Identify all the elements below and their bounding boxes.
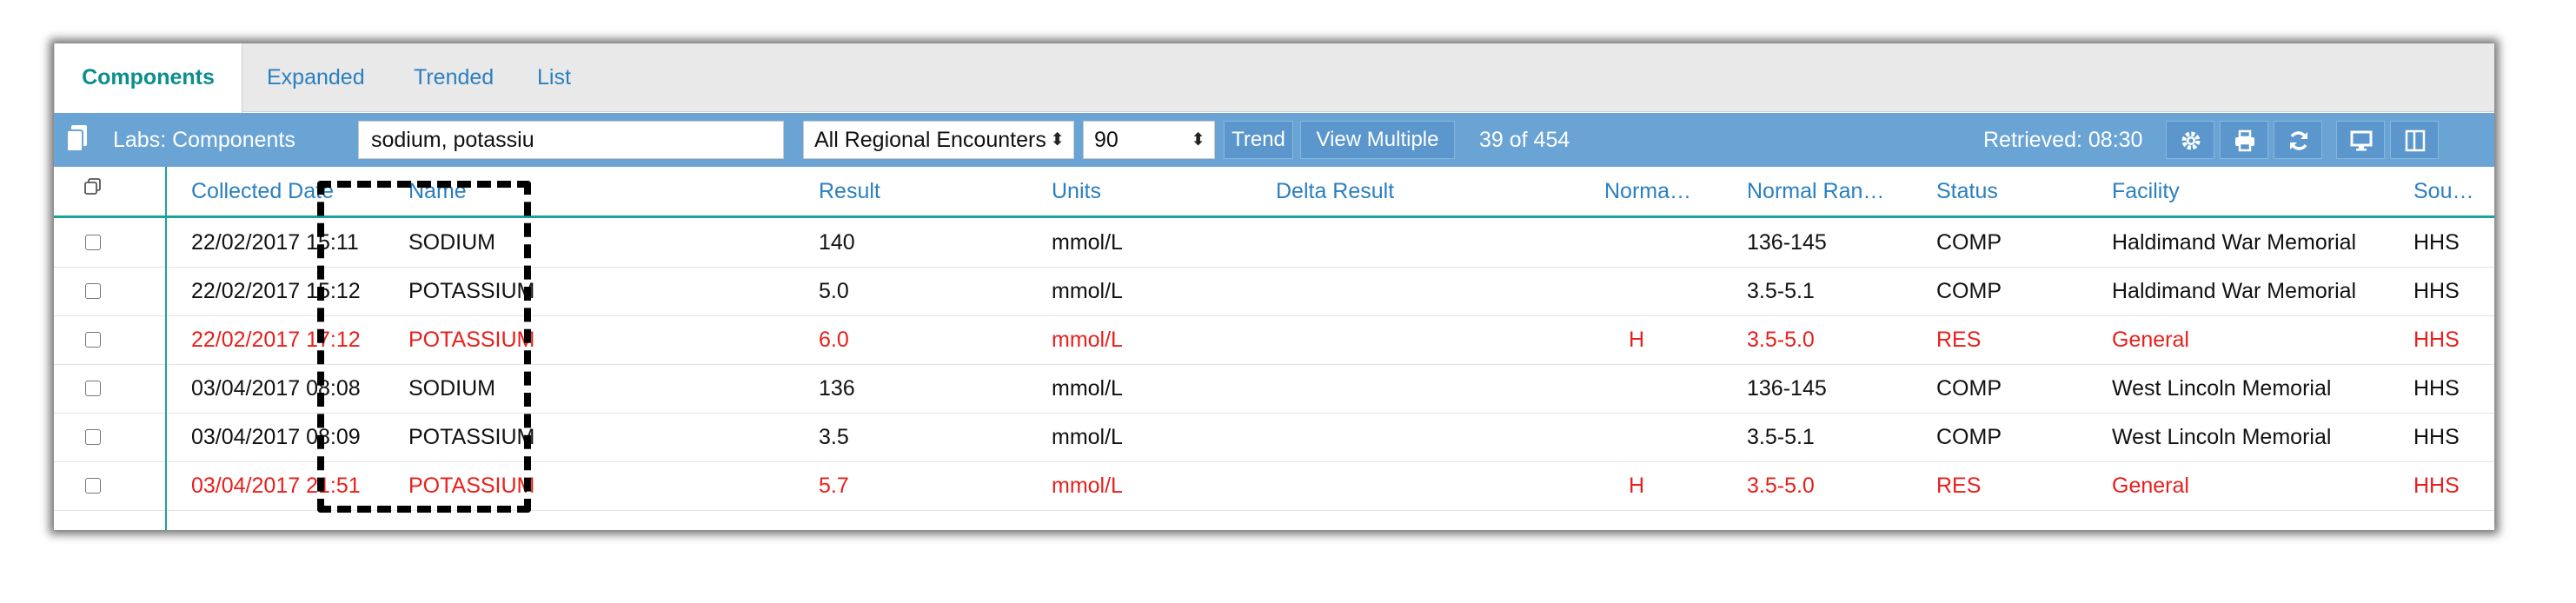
column-header-status[interactable]: Status <box>1936 167 1998 215</box>
print-button[interactable] <box>2220 121 2268 159</box>
row-checkbox[interactable] <box>85 478 101 494</box>
facility-cell: Haldimand War Memorial <box>2112 279 2357 303</box>
gear-icon <box>2181 131 2201 150</box>
retrieved-time: Retrieved: 08:30 <box>1983 128 2143 152</box>
result-cell: 6.0 <box>819 328 849 352</box>
result-cell: 136 <box>819 376 855 401</box>
facility-cell: General <box>2112 328 2189 352</box>
status-cell: RES <box>1936 328 1982 352</box>
result-cell: 5.7 <box>819 474 849 498</box>
column-header-normal-range[interactable]: Normal Ran… <box>1747 167 1884 215</box>
select-arrows-icon: ⬍ <box>1191 130 1205 149</box>
settings-button[interactable] <box>2166 121 2214 159</box>
facility-cell: General <box>2112 474 2189 498</box>
monitor-icon <box>2350 130 2373 151</box>
source-cell: HHS <box>2413 328 2460 352</box>
display-button[interactable] <box>2336 121 2385 159</box>
normal-flag-cell: H <box>1629 474 1645 498</box>
refresh-button[interactable] <box>2274 121 2322 159</box>
units-cell: mmol/L <box>1052 279 1123 303</box>
tab-trended[interactable]: Trended <box>414 43 494 111</box>
tab-bar: Components Expanded Trended List <box>54 43 2494 113</box>
row-checkbox[interactable] <box>85 235 101 250</box>
tab-components[interactable]: Components <box>54 43 242 113</box>
result-cell: 140 <box>819 230 855 255</box>
column-header-normal-flag[interactable]: Norma… <box>1604 167 1691 215</box>
trend-button[interactable]: Trend <box>1224 121 1293 159</box>
search-input[interactable]: sodium, potassiu <box>358 121 784 159</box>
status-cell: RES <box>1936 474 1982 498</box>
encounter-select-value: All Regional Encounters <box>814 128 1046 152</box>
result-cell: 5.0 <box>819 279 849 303</box>
facility-cell: Haldimand War Memorial <box>2112 230 2357 255</box>
name-column-highlight <box>317 181 531 513</box>
days-select[interactable]: 90 ⬍ <box>1083 121 1215 159</box>
document-icon <box>66 125 89 157</box>
normal-range-cell: 3.5-5.1 <box>1747 279 1815 303</box>
toolbar-title: Labs: Components <box>113 128 295 152</box>
result-cell: 3.5 <box>819 425 849 449</box>
column-header-source[interactable]: Sou… <box>2413 167 2473 215</box>
row-checkbox[interactable] <box>85 332 101 348</box>
tab-expanded[interactable]: Expanded <box>267 43 365 111</box>
tab-list[interactable]: List <box>537 43 571 111</box>
row-checkbox[interactable] <box>85 283 101 299</box>
column-header-result[interactable]: Result <box>819 167 880 215</box>
source-cell: HHS <box>2413 376 2460 401</box>
units-cell: mmol/L <box>1052 376 1123 401</box>
facility-cell: West Lincoln Memorial <box>2112 376 2332 401</box>
normal-range-cell: 3.5-5.0 <box>1747 474 1815 498</box>
record-count: 39 of 454 <box>1479 128 1570 152</box>
refresh-icon <box>2290 131 2307 150</box>
copy-icon[interactable] <box>83 177 103 201</box>
days-select-value: 90 <box>1094 128 1119 152</box>
print-icon <box>2235 129 2254 152</box>
source-cell: HHS <box>2413 230 2460 255</box>
select-arrows-icon: ⬍ <box>1050 130 1065 149</box>
units-cell: mmol/L <box>1052 328 1123 352</box>
source-cell: HHS <box>2413 279 2460 303</box>
units-cell: mmol/L <box>1052 230 1123 255</box>
units-cell: mmol/L <box>1052 474 1123 498</box>
column-header-collected-date[interactable]: Collected Date <box>191 167 334 215</box>
status-cell: COMP <box>1936 279 2002 303</box>
status-cell: COMP <box>1936 376 2002 401</box>
facility-cell: West Lincoln Memorial <box>2112 425 2332 449</box>
normal-flag-cell: H <box>1629 328 1645 352</box>
source-cell: HHS <box>2413 474 2460 498</box>
normal-range-cell: 3.5-5.0 <box>1747 328 1815 352</box>
row-checkbox[interactable] <box>85 381 101 396</box>
toolbar: Labs: Components sodium, potassiu All Re… <box>54 113 2494 167</box>
encounter-select[interactable]: All Regional Encounters ⬍ <box>803 121 1074 159</box>
view-multiple-button[interactable]: View Multiple <box>1300 121 1455 159</box>
normal-range-cell: 3.5-5.1 <box>1747 425 1815 449</box>
column-header-facility[interactable]: Facility <box>2112 167 2180 215</box>
units-cell: mmol/L <box>1052 425 1123 449</box>
normal-range-cell: 136-145 <box>1747 376 1827 401</box>
source-cell: HHS <box>2413 425 2460 449</box>
column-divider <box>165 167 167 530</box>
status-cell: COMP <box>1936 425 2002 449</box>
row-checkbox[interactable] <box>85 429 101 445</box>
column-header-units[interactable]: Units <box>1052 167 1101 215</box>
column-header-delta-result[interactable]: Delta Result <box>1276 167 1394 215</box>
status-cell: COMP <box>1936 230 2002 255</box>
panel-toggle-button[interactable] <box>2390 121 2439 159</box>
panel-icon <box>2405 129 2426 152</box>
normal-range-cell: 136-145 <box>1747 230 1827 255</box>
